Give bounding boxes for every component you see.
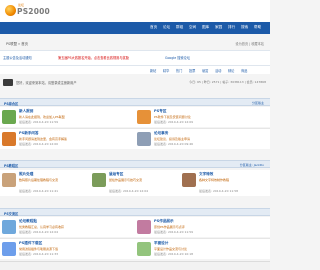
user-icon[interactable] xyxy=(3,79,13,86)
forum-icon xyxy=(182,173,196,187)
forum-last-post: 最后发表: 2010-4-20 12:04 xyxy=(109,189,149,193)
subnav-tab-7[interactable]: 商品 xyxy=(241,68,247,73)
forum-cell[interactable]: PS专区 PS软件下载及安装问题讨论 最后发表: 2010-4-20 12:09 xyxy=(135,107,270,127)
forum-cell[interactable]: 新人报到 新人请在此报到，欢迎加入PS联盟 最后发表: 2010-4-20 11… xyxy=(0,107,135,127)
section-title-2: PS教程区 xyxy=(4,163,19,168)
forum-cell[interactable]: 平面设计 平面设计作品交流与讨论 最后发表: 2010-4-20 10:18 xyxy=(135,239,270,259)
forum-desc: 鼠绘作品展示与技巧交流 xyxy=(109,177,143,182)
nav-item-8[interactable]: 帮助 xyxy=(254,25,261,30)
forum-cell[interactable]: 论坛事务 论坛建议、投诉及版主申请 最后发表: 2010-4-20 09:46 xyxy=(135,129,270,149)
subnav-tab-4[interactable]: 悬赏 xyxy=(202,68,208,73)
nav-item-4[interactable]: 图库 xyxy=(202,25,209,30)
forum-last-post: 最后发表: 2010-4-20 09:46 xyxy=(154,142,194,146)
forum-icon xyxy=(2,173,16,187)
forum-title[interactable]: 鼠绘专区 xyxy=(109,172,123,177)
header-links[interactable]: 设为首页 | 收藏本站 xyxy=(235,41,264,46)
section-moderator-1: 分区版主 xyxy=(251,100,264,105)
forum-title[interactable]: 平面设计 xyxy=(154,241,168,246)
welcome-text: 您好，欢迎来到本站，请登录或注册新用户 xyxy=(16,81,77,85)
forum-stats: 今日: 65 | 昨日: 2571 | 帖子: 3038113 | 会员: 14… xyxy=(189,80,266,84)
google-search-link[interactable]: Google 搜索论坛 xyxy=(165,55,190,60)
section-title-3: PS交流区 xyxy=(4,211,19,216)
forum-last-post: 最后发表: 2010-4-20 12:04 xyxy=(19,230,59,234)
section-header-3[interactable]: PS交流区 xyxy=(0,208,270,216)
forum-cell[interactable]: 鼠绘专区 鼠绘作品展示与技巧交流 最后发表: 2010-4-20 12:04 xyxy=(90,170,180,196)
forum-last-post: 最后发表: 2010-4-20 10:18 xyxy=(154,252,194,256)
forum-title[interactable]: 文字特效 xyxy=(199,172,213,177)
forum-desc: PS软件下载及安装问题讨论 xyxy=(154,114,191,119)
forum-title[interactable]: PS新手问答 xyxy=(19,131,39,136)
forum-icon xyxy=(137,110,151,124)
forum-last-post: 最后发表: 2010-4-20 12:00 xyxy=(19,142,59,146)
announcement-highlight[interactable]: 第五届PS大赛报名开始，点击查看比赛规则与奖励 xyxy=(58,55,129,60)
forum-icon xyxy=(137,132,151,146)
sub-nav: 新帖 精华 热门 投票 悬赏 活动 辩论 商品 xyxy=(0,66,270,74)
forum-icon xyxy=(92,173,106,187)
site-logo[interactable]: 论坛 PS2000 xyxy=(5,3,57,19)
forum-icon xyxy=(2,220,16,234)
footer-bar xyxy=(0,261,270,270)
forum-last-post: 最后发表: 2010-4-20 11:33 xyxy=(19,252,59,256)
announcement-bar: 主题公告及活动通知 第五届PS大赛报名开始，点击查看比赛规则与奖励 Google… xyxy=(0,50,270,66)
logo-text: PS2000 xyxy=(17,7,50,16)
forum-desc: 新手问题请发到这里，会有高手解答 xyxy=(19,136,68,141)
subnav-tab-0[interactable]: 新帖 xyxy=(150,68,156,73)
subnav-tab-1[interactable]: 精华 xyxy=(163,68,169,73)
forum-title[interactable]: 新人报到 xyxy=(19,109,33,114)
logo-ball-icon xyxy=(5,5,16,16)
forum-title[interactable]: 论坛事务 xyxy=(154,131,168,136)
forum-title[interactable]: PS作品展示 xyxy=(154,219,174,224)
subnav-tab-6[interactable]: 辩论 xyxy=(228,68,234,73)
forum-desc: 平面设计作品交流与讨论 xyxy=(154,246,188,251)
forum-cell[interactable]: PS新手问答 新手问题请发到这里，会有高手解答 最后发表: 2010-4-20 … xyxy=(0,129,135,149)
forum-icon xyxy=(2,242,16,256)
announcement-title[interactable]: 主题公告及活动通知 xyxy=(3,55,32,60)
forum-title[interactable]: PS专区 xyxy=(154,109,166,114)
main-nav: 首页 论坛 群组 空间 图库 家园 排行 搜索 帮助 xyxy=(0,22,270,34)
section-header-1[interactable]: PS综合区 分区版主 xyxy=(0,98,270,106)
welcome-bar: 您好，欢迎来到本站，请登录或注册新用户 今日: 65 | 昨日: 2571 | … xyxy=(0,78,270,91)
forum-last-post: 最后发表: 2010-4-20 11:59 xyxy=(19,120,59,124)
forum-cell[interactable]: 论坛教程贴 优秀教程汇总，认真学习必有收获 最后发表: 2010-4-20 12… xyxy=(0,217,135,237)
forum-desc: 论坛建议、投诉及版主申请 xyxy=(154,136,191,141)
forum-desc: 原创PS作品展示与点评 xyxy=(154,224,185,229)
nav-item-3[interactable]: 空间 xyxy=(189,25,196,30)
subnav-tab-5[interactable]: 活动 xyxy=(215,68,221,73)
forum-icon xyxy=(137,242,151,256)
forum-last-post: 最后发表: 2010-4-20 11:41 xyxy=(19,189,59,193)
section-moderator-2: 分区版主: JackDo xyxy=(239,162,264,167)
breadcrumb[interactable]: PS联盟 » 首页 xyxy=(6,41,28,46)
nav-item-2[interactable]: 群组 xyxy=(176,25,183,30)
forum-last-post: 最后发表: 2010-4-20 11:58 xyxy=(199,189,239,193)
forum-desc: 新人请在此报到，欢迎加入PS联盟 xyxy=(19,114,65,119)
forum-title[interactable]: 照片处理 xyxy=(19,172,33,177)
forum-cell[interactable]: PS插件下载区 常用滤镜插件与笔刷资源下载 最后发表: 2010-4-20 11… xyxy=(0,239,135,259)
forum-cell[interactable]: PS作品展示 原创PS作品展示与点评 最后发表: 2010-4-20 11:59 xyxy=(135,217,270,237)
forum-desc: 数码照片后期处理教程与交流 xyxy=(19,177,59,182)
forum-cell[interactable]: 文字特效 各种文字特效制作教程 最后发表: 2010-4-20 11:58 xyxy=(180,170,270,196)
forum-last-post: 最后发表: 2010-4-20 11:59 xyxy=(154,230,194,234)
nav-item-6[interactable]: 排行 xyxy=(228,25,235,30)
subnav-tab-2[interactable]: 热门 xyxy=(176,68,182,73)
nav-item-0[interactable]: 首页 xyxy=(150,25,157,30)
forum-icon xyxy=(2,132,16,146)
section-header-2[interactable]: PS教程区 分区版主: JackDo xyxy=(0,160,270,168)
forum-title[interactable]: 论坛教程贴 xyxy=(19,219,37,224)
forum-icon xyxy=(137,220,151,234)
forum-title[interactable]: PS插件下载区 xyxy=(19,241,42,246)
section-title-1: PS综合区 xyxy=(4,101,19,106)
nav-item-5[interactable]: 家园 xyxy=(215,25,222,30)
forum-icon xyxy=(2,110,16,124)
subnav-tab-3[interactable]: 投票 xyxy=(189,68,195,73)
nav-item-7[interactable]: 搜索 xyxy=(241,25,248,30)
forum-desc: 优秀教程汇总，认真学习必有收获 xyxy=(19,224,65,229)
forum-desc: 各种文字特效制作教程 xyxy=(199,177,230,182)
top-header: 论坛 PS2000 xyxy=(0,0,270,22)
forum-desc: 常用滤镜插件与笔刷资源下载 xyxy=(19,246,59,251)
forum-cell[interactable]: 照片处理 数码照片后期处理教程与交流 最后发表: 2010-4-20 11:41 xyxy=(0,170,90,196)
forum-last-post: 最后发表: 2010-4-20 12:09 xyxy=(154,120,194,124)
nav-item-1[interactable]: 论坛 xyxy=(163,25,170,30)
